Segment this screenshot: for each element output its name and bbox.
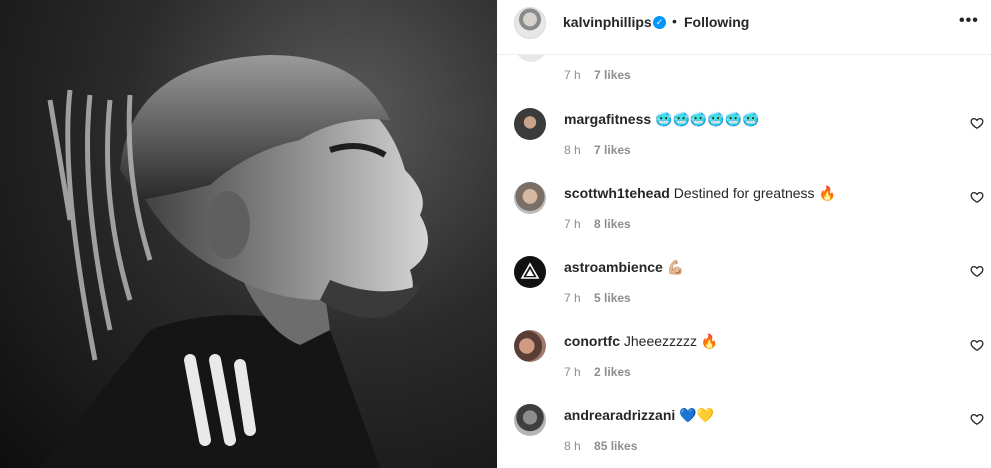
comment-body: 💪🏼 bbox=[666, 259, 685, 275]
comment-time: 7 h bbox=[564, 217, 581, 231]
comment-text: scottwh1tehead Destined for greatness 🔥 bbox=[564, 185, 836, 202]
author-avatar[interactable] bbox=[514, 7, 546, 39]
post-header: kalvinphillips ✓ • Following ••• bbox=[497, 0, 991, 55]
more-options-icon[interactable]: ••• bbox=[959, 12, 979, 30]
like-heart-icon[interactable] bbox=[970, 338, 984, 352]
comment-time: 7 h bbox=[564, 365, 581, 379]
commenter-username[interactable]: margafitness bbox=[564, 111, 651, 127]
comment-body: Jheeezzzzz 🔥 bbox=[623, 333, 719, 349]
commenter-avatar[interactable] bbox=[514, 256, 546, 288]
comment-meta: 7 h 2 likes bbox=[564, 365, 631, 379]
comment-likes[interactable]: 8 likes bbox=[594, 217, 631, 231]
comment-likes[interactable]: 5 likes bbox=[594, 291, 631, 305]
comment-time: 7 h bbox=[564, 68, 581, 82]
verified-badge-icon: ✓ bbox=[653, 16, 666, 29]
comment-item: margafitness 🥶🥶🥶🥶🥶🥶 8 h 7 likes bbox=[497, 108, 991, 182]
comment-likes[interactable]: 7 likes bbox=[594, 68, 631, 82]
author-username[interactable]: kalvinphillips bbox=[563, 14, 652, 30]
comment-time: 8 h bbox=[564, 439, 581, 453]
commenter-avatar[interactable] bbox=[514, 330, 546, 362]
comment-likes[interactable]: 7 likes bbox=[594, 143, 631, 157]
like-heart-icon[interactable] bbox=[970, 190, 984, 204]
comment-meta: 7 h 8 likes bbox=[564, 217, 631, 231]
commenter-username[interactable]: conortfc bbox=[564, 333, 620, 349]
comment-time: 7 h bbox=[564, 291, 581, 305]
triangle-logo-icon bbox=[520, 262, 540, 279]
comment-item: astroambience 💪🏼 7 h 5 likes bbox=[497, 256, 991, 330]
comment-item: scottwh1tehead Destined for greatness 🔥 … bbox=[497, 182, 991, 256]
header-separator: • bbox=[672, 13, 677, 29]
like-heart-icon[interactable] bbox=[970, 264, 984, 278]
comment-likes[interactable]: 2 likes bbox=[594, 365, 631, 379]
commenter-username[interactable]: scottwh1tehead bbox=[564, 185, 670, 201]
portrait-illustration bbox=[40, 55, 428, 468]
commenter-username[interactable]: astroambience bbox=[564, 259, 663, 275]
comment-text: conortfc Jheeezzzzz 🔥 bbox=[564, 333, 718, 350]
comment-text: margafitness 🥶🥶🥶🥶🥶🥶 bbox=[564, 111, 760, 128]
like-heart-icon[interactable] bbox=[970, 412, 984, 426]
comment-item: andrearadrizzani 💙💛 8 h 85 likes bbox=[497, 404, 991, 468]
post-photo bbox=[0, 0, 497, 468]
comment-meta-partial: 7 h 7 likes bbox=[564, 68, 631, 82]
comment-item: conortfc Jheeezzzzz 🔥 7 h 2 likes bbox=[497, 330, 991, 404]
comment-text: andrearadrizzani 💙💛 bbox=[564, 407, 714, 424]
comment-meta: 7 h 5 likes bbox=[564, 291, 631, 305]
comment-body: 💙💛 bbox=[679, 407, 715, 423]
comments-panel: kalvinphillips ✓ • Following ••• 7 h 7 l… bbox=[497, 0, 991, 468]
following-button[interactable]: Following bbox=[684, 14, 749, 30]
comment-body: 🥶🥶🥶🥶🥶🥶 bbox=[655, 111, 760, 127]
comment-likes[interactable]: 85 likes bbox=[594, 439, 637, 453]
comment-body: Destined for greatness 🔥 bbox=[673, 185, 836, 201]
comment-time: 8 h bbox=[564, 143, 581, 157]
commenter-avatar[interactable] bbox=[514, 108, 546, 140]
commenter-username[interactable]: andrearadrizzani bbox=[564, 407, 675, 423]
comment-text: astroambience 💪🏼 bbox=[564, 259, 684, 276]
commenter-avatar[interactable] bbox=[514, 404, 546, 436]
comment-meta: 8 h 7 likes bbox=[564, 143, 631, 157]
comment-meta: 8 h 85 likes bbox=[564, 439, 637, 453]
commenter-avatar[interactable] bbox=[514, 182, 546, 214]
like-heart-icon[interactable] bbox=[970, 116, 984, 130]
